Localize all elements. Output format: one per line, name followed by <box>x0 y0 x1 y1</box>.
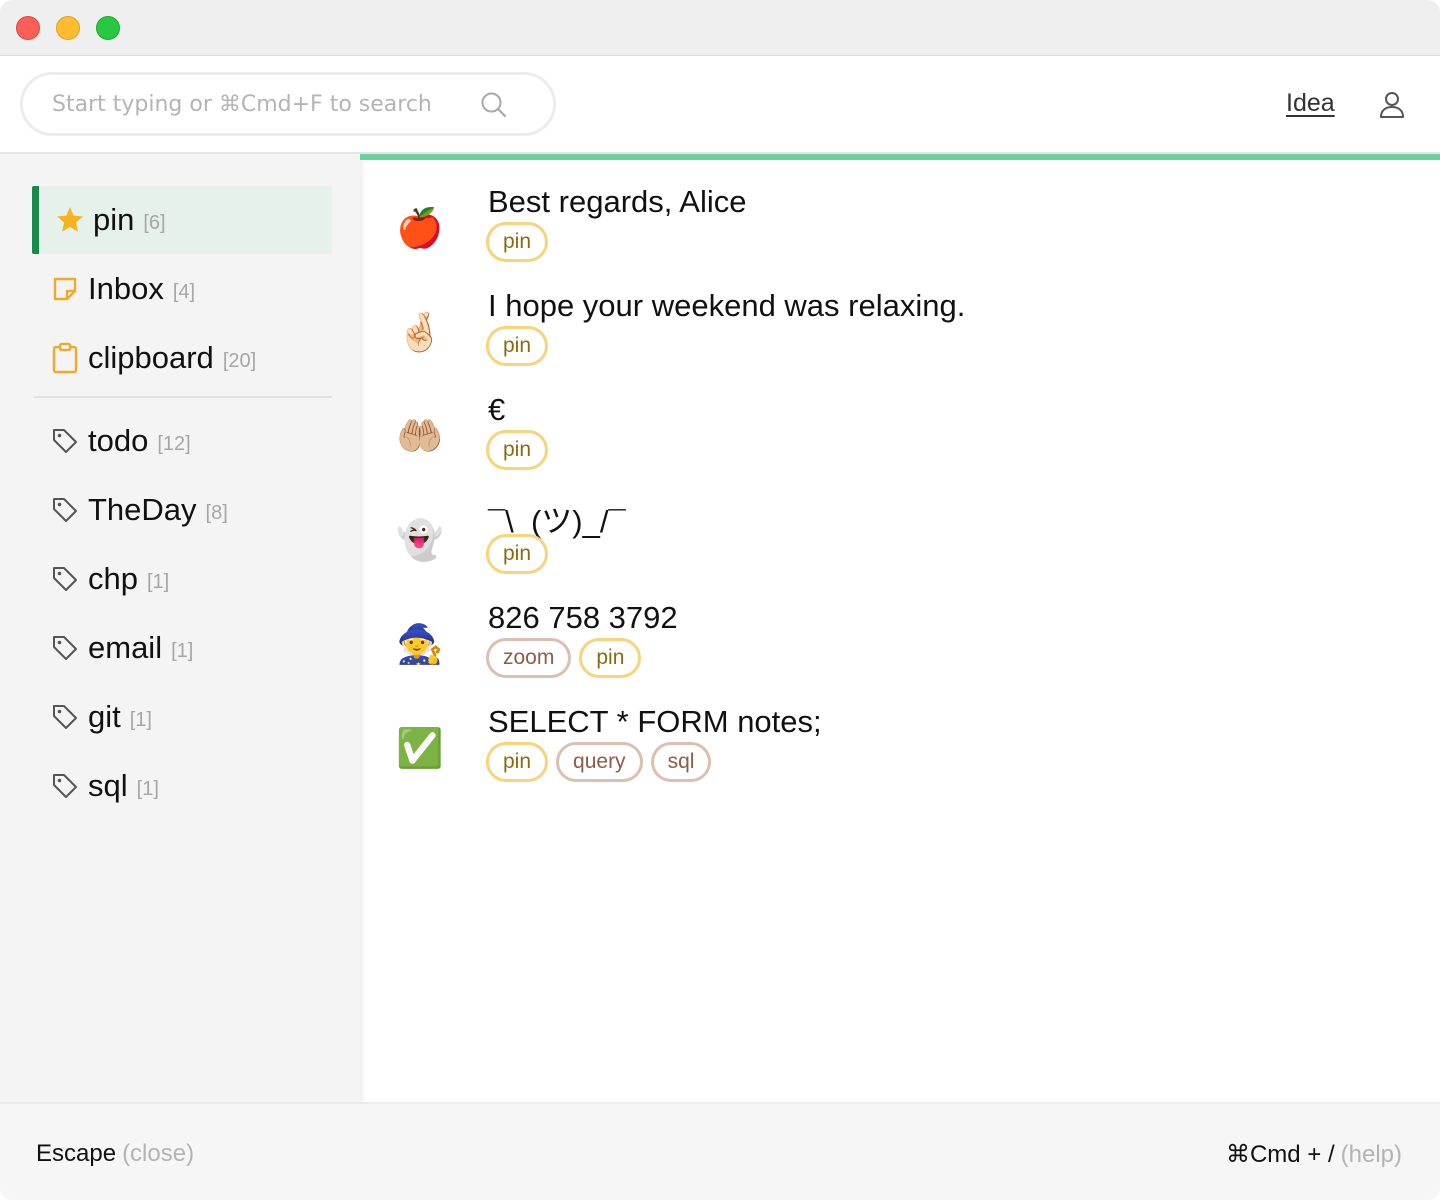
sidebar-item-count: [20] <box>222 349 257 372</box>
note-text: Best regards, Alice <box>488 184 747 219</box>
tag-pin[interactable]: pin <box>579 638 642 678</box>
tag-pin[interactable]: pin <box>486 742 549 782</box>
tag-icon <box>50 702 80 732</box>
close-window-button[interactable] <box>16 16 40 40</box>
sidebar-item-chp[interactable]: chp [1] <box>32 545 332 613</box>
loading-progress-bar <box>360 154 1440 160</box>
sidebar-item-label: todo <box>88 423 149 458</box>
tag-pin[interactable]: pin <box>486 430 549 470</box>
note-item[interactable]: 🤲🏼 € pin <box>360 392 1440 488</box>
tag-icon <box>50 564 80 594</box>
sidebar-item-label: sql <box>88 768 128 803</box>
tag-icon <box>50 771 80 801</box>
sidebar-item-clipboard[interactable]: clipboard [20] <box>32 324 332 392</box>
help-hint-text: (help) <box>1340 1141 1402 1168</box>
minimize-window-button[interactable] <box>56 16 80 40</box>
app-window: Idea pin [6] Inbox [4] clipboard [20] <box>0 0 1440 1200</box>
note-item[interactable]: 🧙 826 758 3792 zoom pin <box>360 600 1440 696</box>
sidebar: pin [6] Inbox [4] clipboard [20] todo [1… <box>0 154 360 1102</box>
sidebar-item-inbox[interactable]: Inbox [4] <box>32 255 332 323</box>
note-item[interactable]: ✅ SELECT * FORM notes; pin query sql <box>360 704 1440 800</box>
search-input[interactable] <box>52 89 472 119</box>
clipboard-icon <box>50 342 80 374</box>
tag-icon <box>50 633 80 663</box>
note-tags: pin <box>486 326 549 366</box>
note-item[interactable]: 🍎 Best regards, Alice pin <box>360 184 1440 280</box>
title-bar <box>0 0 1440 56</box>
tag-zoom[interactable]: zoom <box>486 638 572 678</box>
palms-up-emoji-icon: 🤲🏼 <box>396 414 444 458</box>
tag-pin[interactable]: pin <box>486 326 549 366</box>
help-hint: ⌘Cmd + / (help) <box>1226 1140 1402 1169</box>
tag-pin[interactable]: pin <box>486 222 549 262</box>
note-item[interactable]: 👻 ¯\_(ツ)_/¯ pin <box>360 496 1440 592</box>
note-tags: zoom pin <box>486 638 642 678</box>
tag-icon <box>50 495 80 525</box>
sidebar-item-label: clipboard <box>88 340 214 375</box>
note-text: 826 758 3792 <box>488 600 678 635</box>
ghost-emoji-icon: 👻 <box>396 518 444 562</box>
sidebar-item-label: chp <box>88 561 138 596</box>
sidebar-item-count: [1] <box>136 777 159 800</box>
tag-icon <box>50 426 80 456</box>
note-item[interactable]: 🤞🏻 I hope your weekend was relaxing. pin <box>360 288 1440 384</box>
footer: Escape (close) ⌘Cmd + / (help) <box>0 1102 1440 1200</box>
sidebar-item-count: [1] <box>146 570 170 593</box>
search-box[interactable] <box>20 72 556 136</box>
escape-key-label: Escape <box>36 1140 117 1167</box>
user-icon[interactable] <box>1376 89 1408 121</box>
sidebar-item-count: [8] <box>205 501 228 524</box>
sidebar-item-git[interactable]: git [1] <box>32 683 332 751</box>
sidebar-item-count: [12] <box>157 432 191 455</box>
sidebar-item-sql[interactable]: sql [1] <box>32 752 332 820</box>
note-tags: pin <box>486 222 549 262</box>
sidebar-item-label: Inbox <box>88 271 164 306</box>
sidebar-divider <box>34 396 332 398</box>
header: Idea <box>0 56 1440 154</box>
sidebar-item-label: git <box>88 699 121 734</box>
tag-pin[interactable]: pin <box>486 534 549 574</box>
note-text: € <box>488 392 506 427</box>
note-tags: pin <box>486 534 549 574</box>
sidebar-item-label: email <box>88 630 163 665</box>
note-tags: pin <box>486 430 549 470</box>
note-tags: pin query sql <box>486 742 712 782</box>
sidebar-item-count: [6] <box>143 211 166 234</box>
note-text: SELECT * FORM notes; <box>488 704 822 739</box>
sidebar-item-pin[interactable]: pin [6] <box>32 186 332 254</box>
check-mark-emoji-icon: ✅ <box>396 726 444 770</box>
tag-query[interactable]: query <box>556 742 643 782</box>
sidebar-item-count: [1] <box>129 708 152 731</box>
idea-link[interactable]: Idea <box>1286 89 1335 118</box>
mage-emoji-icon: 🧙 <box>396 622 444 666</box>
sidebar-item-email[interactable]: email [1] <box>32 614 332 682</box>
sidebar-item-label: TheDay <box>88 492 197 527</box>
notes-list: 🍎 Best regards, Alice pin 🤞🏻 I hope your… <box>360 154 1440 1102</box>
search-icon[interactable] <box>479 90 509 120</box>
zoom-window-button[interactable] <box>96 16 120 40</box>
sidebar-item-count: [4] <box>172 280 196 303</box>
close-hint: (close) <box>122 1140 195 1167</box>
tag-sql[interactable]: sql <box>650 742 712 782</box>
star-icon <box>55 205 85 235</box>
sidebar-item-label: pin <box>93 202 135 237</box>
sidebar-item-count: [1] <box>171 639 194 662</box>
help-shortcut-label: ⌘Cmd + / <box>1225 1141 1335 1168</box>
apple-emoji-icon: 🍎 <box>396 206 444 250</box>
note-text: I hope your weekend was relaxing. <box>488 288 966 323</box>
sidebar-item-todo[interactable]: todo [12] <box>32 407 332 475</box>
crossed-fingers-emoji-icon: 🤞🏻 <box>396 310 444 354</box>
escape-hint: Escape (close) <box>36 1140 194 1168</box>
note-icon <box>50 274 80 304</box>
sidebar-item-theday[interactable]: TheDay [8] <box>32 476 332 544</box>
